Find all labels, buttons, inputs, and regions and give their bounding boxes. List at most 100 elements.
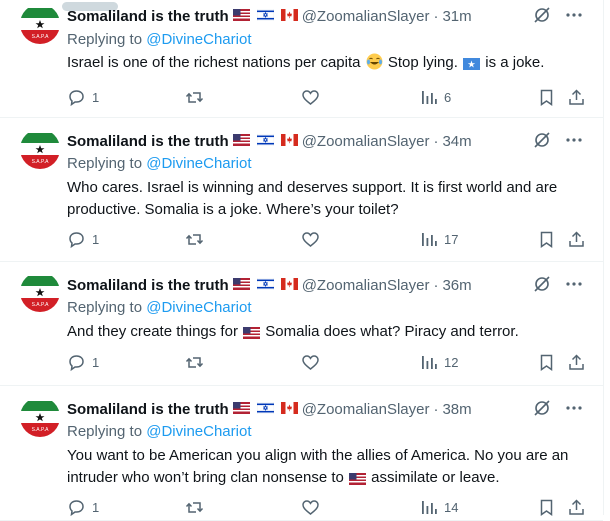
- tweet[interactable]: S.A.P.A Somaliland is the truth @Zoomali…: [0, 385, 603, 521]
- avatar[interactable]: S.A.P.A: [20, 4, 60, 44]
- display-name[interactable]: Somaliland is the truth: [67, 133, 229, 150]
- retweet-button[interactable]: [185, 353, 210, 372]
- more-options-icon[interactable]: [565, 6, 583, 28]
- grok-icon[interactable]: [533, 399, 551, 421]
- tweet-actions: 1 6: [67, 88, 587, 110]
- replying-to: Replying to @DivineChariot: [67, 423, 251, 440]
- tweet-text-part: And they create things for: [67, 323, 243, 340]
- views-button[interactable]: 17: [419, 230, 458, 249]
- timestamp[interactable]: 38m: [442, 401, 471, 418]
- reply-button[interactable]: 1: [67, 353, 99, 372]
- tweet-text: Who cares. Israel is winning and deserve…: [67, 179, 558, 218]
- share-button[interactable]: [567, 230, 586, 249]
- more-options-icon[interactable]: [565, 399, 583, 421]
- more-options-icon[interactable]: [565, 275, 583, 297]
- views-chart-icon: [422, 501, 437, 514]
- replying-to: Replying to @DivineChariot: [67, 155, 251, 172]
- share-icon: [569, 89, 584, 105]
- canada-flag-icon: [280, 401, 298, 418]
- share-button[interactable]: [567, 88, 586, 107]
- tweet[interactable]: S.A.P.A Somaliland is the truth @Zoomali…: [0, 117, 603, 262]
- share-button[interactable]: [567, 353, 586, 372]
- tweet-text-part: is a joke.: [481, 54, 545, 71]
- share-icon: [569, 499, 584, 515]
- avatar[interactable]: S.A.P.A: [20, 397, 60, 437]
- tweet-header: Somaliland is the truth @ZoomalianSlayer…: [67, 130, 583, 152]
- views-chart-icon: [422, 233, 437, 246]
- canada-flag-icon: [280, 133, 298, 150]
- mention-link[interactable]: @DivineChariot: [146, 31, 251, 48]
- share-button[interactable]: [567, 498, 586, 517]
- header-actions: [519, 399, 583, 421]
- separator-dot: ·: [433, 7, 439, 25]
- israel-flag-icon: [256, 401, 274, 418]
- separator-dot: ·: [433, 276, 439, 294]
- reply-button[interactable]: 1: [67, 230, 99, 249]
- timestamp[interactable]: 36m: [442, 277, 471, 294]
- display-name[interactable]: Somaliland is the truth: [67, 277, 229, 294]
- views-button[interactable]: 6: [419, 88, 451, 107]
- tweet[interactable]: S.A.P.A Somaliland is the truth @Zoomali…: [0, 261, 603, 386]
- mention-link[interactable]: @DivineChariot: [146, 155, 251, 172]
- view-count: 6: [444, 90, 452, 105]
- replying-prefix: Replying to: [67, 299, 143, 316]
- user-handle[interactable]: @ZoomalianSlayer: [302, 277, 430, 294]
- share-icon: [569, 354, 584, 370]
- somaliland-flag-avatar-icon: S.A.P.A: [20, 129, 60, 169]
- timestamp[interactable]: 34m: [442, 133, 471, 150]
- us-flag-icon: [349, 470, 367, 492]
- bookmark-icon: [540, 231, 553, 248]
- grok-icon[interactable]: [533, 6, 551, 28]
- us-flag-icon: [243, 324, 261, 346]
- display-name[interactable]: Somaliland is the truth: [67, 401, 229, 418]
- canada-flag-icon: [280, 8, 298, 25]
- views-button[interactable]: 12: [419, 353, 458, 372]
- tweet-text: Israel is one of the richest nations per…: [67, 52, 581, 77]
- avatar[interactable]: S.A.P.A: [20, 129, 60, 169]
- retweet-button[interactable]: [185, 88, 210, 107]
- avatar[interactable]: S.A.P.A: [20, 272, 60, 312]
- view-count: 12: [444, 355, 459, 370]
- heart-icon: [302, 355, 319, 370]
- like-button[interactable]: [301, 353, 326, 372]
- reply-button[interactable]: 1: [67, 498, 99, 517]
- reply-button[interactable]: 1: [67, 88, 99, 107]
- grok-icon[interactable]: [533, 131, 551, 153]
- reply-count: 1: [92, 90, 100, 105]
- user-handle[interactable]: @ZoomalianSlayer: [302, 8, 430, 25]
- mention-link[interactable]: @DivineChariot: [146, 299, 251, 316]
- tweet-header: Somaliland is the truth @ZoomalianSlayer…: [67, 5, 583, 27]
- canada-flag-icon: [280, 277, 298, 294]
- views-button[interactable]: 14: [419, 498, 458, 517]
- tweet-text: And they create things for Somalia does …: [67, 321, 581, 346]
- us-flag-icon: [232, 8, 250, 25]
- like-button[interactable]: [301, 88, 326, 107]
- reply-count: 1: [92, 500, 100, 515]
- like-button[interactable]: [301, 230, 326, 249]
- views-chart-icon: [422, 91, 437, 104]
- bookmark-button[interactable]: [537, 353, 556, 372]
- retweet-button[interactable]: [185, 230, 210, 249]
- bookmark-button[interactable]: [537, 498, 556, 517]
- grok-icon[interactable]: [533, 275, 551, 297]
- bookmark-button[interactable]: [537, 88, 556, 107]
- reply-icon: [69, 232, 84, 249]
- timestamp[interactable]: 31m: [442, 8, 471, 25]
- user-handle[interactable]: @ZoomalianSlayer: [302, 133, 430, 150]
- separator-dot: ·: [433, 400, 439, 418]
- bookmark-button[interactable]: [537, 230, 556, 249]
- avatar-text: S.A.P.A: [32, 302, 50, 308]
- tweet[interactable]: S.A.P.A Somaliland is the truth @Zoomali…: [0, 0, 603, 118]
- avatar-text: S.A.P.A: [32, 427, 50, 433]
- retweet-button[interactable]: [185, 498, 210, 517]
- display-name[interactable]: Somaliland is the truth: [67, 8, 229, 25]
- user-handle[interactable]: @ZoomalianSlayer: [302, 401, 430, 418]
- us-flag-icon: [232, 401, 250, 418]
- reply-feed: S.A.P.A Somaliland is the truth @Zoomali…: [0, 0, 604, 521]
- like-button[interactable]: [301, 498, 326, 517]
- somalia-flag-icon: [463, 55, 481, 77]
- tweet-header: Somaliland is the truth @ZoomalianSlayer…: [67, 274, 583, 296]
- views-chart-icon: [422, 356, 437, 369]
- mention-link[interactable]: @DivineChariot: [146, 423, 251, 440]
- more-options-icon[interactable]: [565, 131, 583, 153]
